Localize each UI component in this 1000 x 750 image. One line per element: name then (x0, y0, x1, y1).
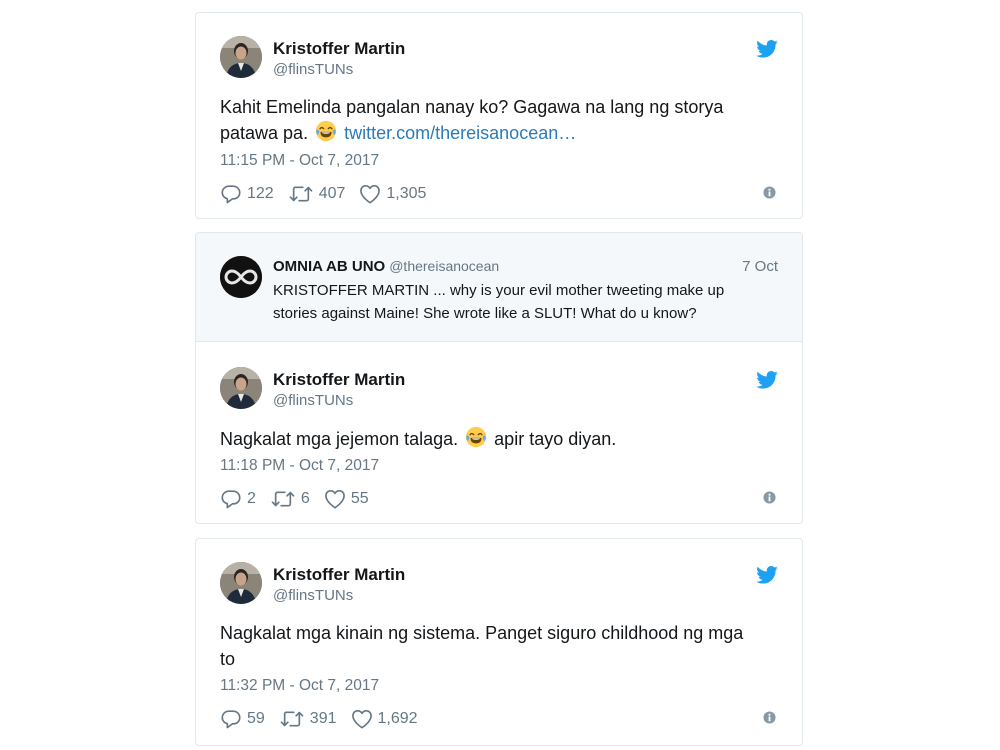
tweet-actions: 122 407 1,305 (220, 182, 440, 206)
author-handle[interactable]: @flinsTUNs (273, 392, 353, 409)
tweet-timestamp[interactable]: 11:32 PM - Oct 7, 2017 (220, 677, 379, 695)
twitter-bird-icon[interactable] (756, 566, 778, 584)
avatar[interactable] (220, 367, 262, 409)
heart-icon (359, 184, 381, 204)
like-button[interactable]: 1,305 (359, 184, 426, 204)
quoted-author-name[interactable]: OMNIA AB UNO (273, 258, 385, 275)
reply-button[interactable]: 122 (220, 183, 274, 205)
tweet-timestamp[interactable]: 11:15 PM - Oct 7, 2017 (220, 152, 379, 170)
author-handle[interactable]: @flinsTUNs (273, 587, 353, 604)
retweet-icon (270, 488, 296, 510)
tweet-text: Nagkalat mga jejemon talaga. apir tayo d… (220, 426, 762, 452)
infinity-icon (220, 256, 262, 298)
retweet-count: 391 (309, 710, 337, 727)
retweet-icon (279, 708, 305, 730)
quoted-author-handle[interactable]: @thereisanocean (389, 258, 499, 274)
avatar[interactable] (220, 36, 262, 78)
tweet-card: OMNIA AB UNO @thereisanocean 7 Oct KRISTO… (195, 232, 803, 524)
retweet-button[interactable]: 6 (270, 488, 310, 510)
author-name[interactable]: Kristoffer Martin (273, 370, 405, 390)
tweet-timestamp[interactable]: 11:18 PM - Oct 7, 2017 (220, 457, 379, 475)
author-name[interactable]: Kristoffer Martin (273, 39, 405, 59)
tears-of-joy-emoji-icon (465, 426, 487, 448)
quoted-text: KRISTOFFER MARTIN ... why is your evil m… (273, 282, 725, 322)
tweet-card: Kristoffer Martin @flinsTUNs Kahit Emeli… (195, 12, 803, 219)
tweet-text: Nagkalat mga kinain ng sistema. Panget s… (220, 623, 744, 669)
author-handle[interactable]: @flinsTUNs (273, 61, 353, 78)
tweet-actions: 2 6 55 (220, 487, 383, 511)
tweet-text-tail: apir tayo diyan. (494, 429, 617, 449)
twitter-bird-icon[interactable] (756, 40, 778, 58)
info-icon[interactable] (763, 711, 776, 724)
tweet-text-body: Nagkalat mga jejemon talaga. (220, 429, 459, 449)
tweet-text: Kahit Emelinda pangalan nanay ko? Gagawa… (220, 94, 762, 146)
retweet-button[interactable]: 407 (288, 183, 346, 205)
heart-icon (324, 489, 346, 509)
like-count: 1,692 (377, 710, 418, 727)
tweet-link[interactable]: twitter.com/thereisanocean… (344, 123, 576, 143)
reply-count: 122 (247, 185, 274, 202)
quoted-author: OMNIA AB UNO @thereisanocean (273, 258, 499, 275)
retweet-button[interactable]: 391 (279, 708, 337, 730)
reply-count: 59 (247, 710, 265, 727)
quoted-avatar[interactable] (220, 256, 262, 298)
reply-button[interactable]: 2 (220, 488, 256, 510)
reply-count: 2 (247, 490, 256, 507)
heart-icon (351, 709, 373, 729)
retweet-icon (288, 183, 314, 205)
info-icon[interactable] (763, 186, 776, 199)
author-name[interactable]: Kristoffer Martin (273, 565, 405, 585)
twitter-bird-icon[interactable] (756, 371, 778, 389)
retweet-count: 6 (300, 490, 310, 507)
reply-icon (220, 708, 242, 730)
tears-of-joy-emoji-icon (315, 120, 337, 142)
tweet-actions: 59 391 1,692 (220, 707, 432, 731)
avatar[interactable] (220, 562, 262, 604)
like-count: 55 (350, 490, 369, 507)
reply-button[interactable]: 59 (220, 708, 265, 730)
tweet-card: Kristoffer Martin @flinsTUNs Nagkalat mg… (195, 538, 803, 746)
like-button[interactable]: 55 (324, 489, 369, 509)
quoted-tweet[interactable]: OMNIA AB UNO @thereisanocean 7 Oct KRISTO… (196, 233, 802, 342)
retweet-count: 407 (318, 185, 346, 202)
quoted-date[interactable]: 7 Oct (742, 258, 778, 275)
like-button[interactable]: 1,692 (351, 709, 418, 729)
reply-icon (220, 488, 242, 510)
info-icon[interactable] (763, 491, 776, 504)
reply-icon (220, 183, 242, 205)
like-count: 1,305 (386, 185, 427, 202)
